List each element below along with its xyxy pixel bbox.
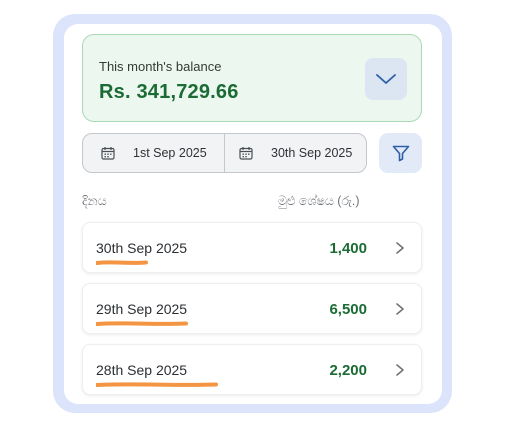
end-date-field[interactable]: 30th Sep 2025: [224, 134, 366, 172]
row-amount: 1,400: [329, 240, 367, 257]
row-date: 30th Sep 2025: [96, 240, 188, 256]
chevron-right-icon: [395, 302, 405, 316]
balance-label: This month's balance: [99, 59, 222, 74]
row-date: 28th Sep 2025: [96, 362, 188, 378]
start-date-field[interactable]: 1st Sep 2025: [83, 134, 224, 172]
expand-balance-button[interactable]: [365, 58, 407, 100]
row-amount: 2,200: [329, 362, 367, 379]
highlight-underline: [96, 260, 148, 265]
list-item[interactable]: 30th Sep 2025 1,400: [82, 222, 422, 273]
list-item[interactable]: 29th Sep 2025 6,500: [82, 283, 422, 334]
highlight-underline: [96, 321, 188, 326]
balance-amount: Rs. 341,729.66: [99, 81, 239, 103]
row-amount: 6,500: [329, 301, 367, 318]
highlight-underline: [96, 382, 218, 387]
column-header-date: දිනය: [82, 194, 107, 208]
chevron-right-icon: [395, 241, 405, 255]
filter-button[interactable]: [379, 133, 422, 173]
filter-icon: [392, 145, 409, 162]
chevron-right-icon: [395, 363, 405, 377]
row-date: 29th Sep 2025: [96, 301, 188, 317]
list-item[interactable]: 28th Sep 2025 2,200: [82, 344, 422, 395]
end-date-text: 30th Sep 2025: [271, 146, 353, 160]
start-date-text: 1st Sep 2025: [133, 146, 207, 160]
chevron-down-icon: [376, 74, 396, 84]
calendar-icon: [101, 146, 115, 160]
date-range-picker: 1st Sep 2025 30th Sep 2025: [82, 133, 367, 173]
column-header-total-balance: මුළු ශේෂය (රු.): [278, 194, 360, 208]
calendar-icon: [239, 146, 253, 160]
monthly-balance-card: This month's balance Rs. 341,729.66: [82, 34, 422, 122]
